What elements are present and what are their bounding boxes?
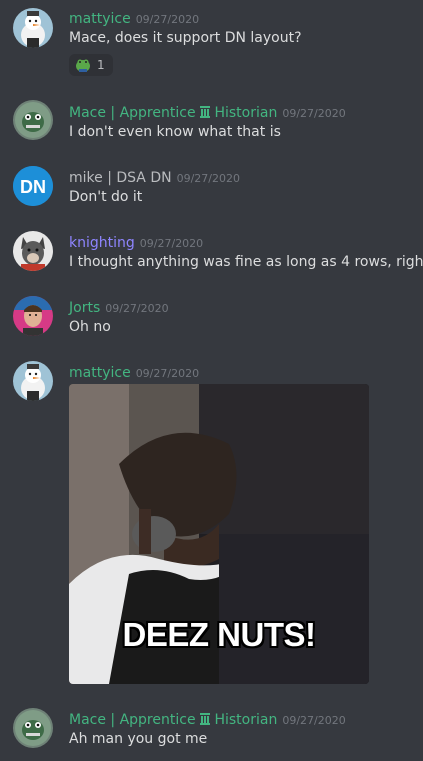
reaction-button[interactable]: 1 [69, 54, 113, 76]
timestamp: 09/27/2020 [135, 13, 200, 26]
timestamp: 09/27/2020 [282, 107, 346, 120]
column-icon [200, 713, 211, 725]
username[interactable]: Mace | Apprentice Historian [69, 712, 277, 728]
timestamp: 09/27/2020 [139, 237, 204, 250]
message-text: Oh no [69, 319, 111, 335]
timestamp: 09/27/2020 [282, 714, 346, 727]
gif-embed[interactable]: DEEZ NUTS! [69, 384, 369, 684]
gif-caption: DEEZ NUTS! [122, 616, 317, 653]
turtle-avatar-icon[interactable] [13, 100, 53, 140]
message-text: I thought anything was fine as long as 4… [69, 254, 423, 270]
username[interactable]: mattyice [69, 11, 131, 27]
username[interactable]: mike | DSA DN [69, 170, 172, 186]
username[interactable]: Mace | Apprentice Historian [69, 105, 277, 121]
dn-logo-icon[interactable]: DN [13, 166, 53, 206]
dn-logo-text: DN [20, 177, 46, 197]
frog-emoji-icon [76, 59, 90, 72]
message-text: Mace, does it support DN layout? [69, 30, 302, 46]
username[interactable]: Jorts [69, 300, 100, 316]
reaction-count: 1 [97, 58, 105, 72]
timestamp: 09/27/2020 [176, 172, 240, 185]
message-text: Don't do it [69, 189, 143, 205]
message-text: Ah man you got me [69, 731, 208, 747]
message-text: I don't even know what that is [69, 124, 281, 140]
snowman-avatar-icon[interactable] [13, 8, 53, 48]
column-icon [200, 106, 211, 118]
turtle-avatar-icon[interactable] [13, 708, 53, 748]
username[interactable]: mattyice [69, 365, 131, 381]
person-avatar-icon[interactable] [13, 296, 53, 336]
snowman-avatar-icon[interactable] [13, 361, 53, 401]
timestamp: 09/27/2020 [105, 302, 169, 315]
username[interactable]: knighting [69, 235, 135, 251]
timestamp: 09/27/2020 [135, 367, 200, 380]
dog-avatar-icon[interactable] [13, 231, 53, 271]
